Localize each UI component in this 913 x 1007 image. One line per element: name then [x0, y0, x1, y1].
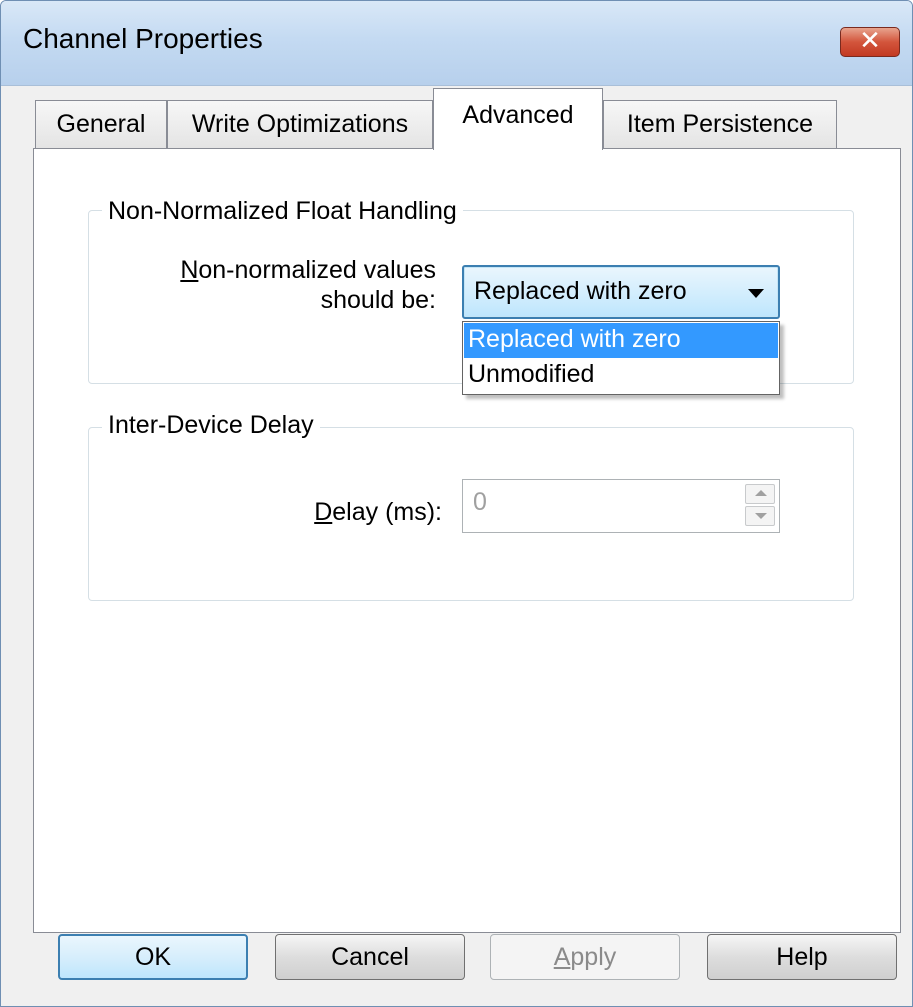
- tab-item-persistence[interactable]: Item Persistence: [603, 100, 837, 148]
- cancel-button-label: Cancel: [331, 942, 409, 971]
- spin-up-icon: [755, 490, 767, 496]
- tab-write-optimizations[interactable]: Write Optimizations: [167, 100, 433, 148]
- dialog-title: Channel Properties: [23, 23, 263, 54]
- spin-up-button[interactable]: [745, 484, 775, 504]
- tab-label: Item Persistence: [626, 110, 814, 138]
- dialog-window: Channel Properties ✕ General Write Optim…: [0, 0, 913, 1007]
- option-unmodified[interactable]: Unmodified: [464, 358, 778, 393]
- apply-label-rest: pply: [570, 942, 617, 971]
- spin-down-button[interactable]: [745, 506, 775, 526]
- inter-device-delay-group-title: Inter-Device Delay: [102, 411, 320, 440]
- tab-general[interactable]: General: [35, 100, 167, 148]
- delay-spinbox[interactable]: 0: [462, 479, 780, 533]
- nonnormalized-dropdown-list: Replaced with zero Unmodified: [462, 321, 780, 395]
- spin-down-icon: [755, 513, 767, 519]
- apply-button[interactable]: Apply: [490, 934, 680, 980]
- nonnormalized-label: Non-normalized values should be:: [134, 255, 436, 315]
- delay-label: Delay (ms):: [214, 497, 442, 527]
- ok-button-label: OK: [134, 942, 172, 971]
- tab-label: Advanced: [462, 101, 574, 129]
- nonnormalized-combo[interactable]: Replaced with zero: [462, 265, 780, 319]
- title-bar: Channel Properties ✕: [1, 1, 912, 86]
- tab-label: General: [56, 110, 146, 138]
- cancel-button[interactable]: Cancel: [275, 934, 465, 980]
- help-button-label: Help: [776, 942, 828, 971]
- mnemonic-n: N: [180, 256, 199, 284]
- chevron-down-icon[interactable]: [748, 289, 764, 298]
- dialog-client: General Write Optimizations Advanced Ite…: [1, 86, 912, 1006]
- mnemonic-a: A: [553, 942, 571, 971]
- mnemonic-d: D: [314, 498, 333, 526]
- label-line2: should be:: [320, 286, 436, 314]
- close-button[interactable]: ✕: [840, 26, 900, 57]
- delay-value: 0: [473, 488, 487, 516]
- float-handling-group-title: Non-Normalized Float Handling: [102, 197, 463, 226]
- close-icon: ✕: [859, 26, 881, 56]
- apply-button-label: Apply: [554, 943, 617, 972]
- label-line1-rest: on-normalized values: [198, 256, 436, 284]
- tab-advanced[interactable]: Advanced: [433, 88, 603, 150]
- combo-value: Replaced with zero: [474, 277, 687, 305]
- help-button[interactable]: Help: [707, 934, 897, 980]
- tab-label: Write Optimizations: [191, 110, 409, 138]
- ok-button[interactable]: OK: [58, 934, 248, 980]
- delay-label-rest: elay (ms):: [332, 498, 442, 526]
- option-replaced-with-zero[interactable]: Replaced with zero: [464, 323, 778, 358]
- tab-panel-advanced: Non-Normalized Float Handling Non-normal…: [33, 148, 901, 933]
